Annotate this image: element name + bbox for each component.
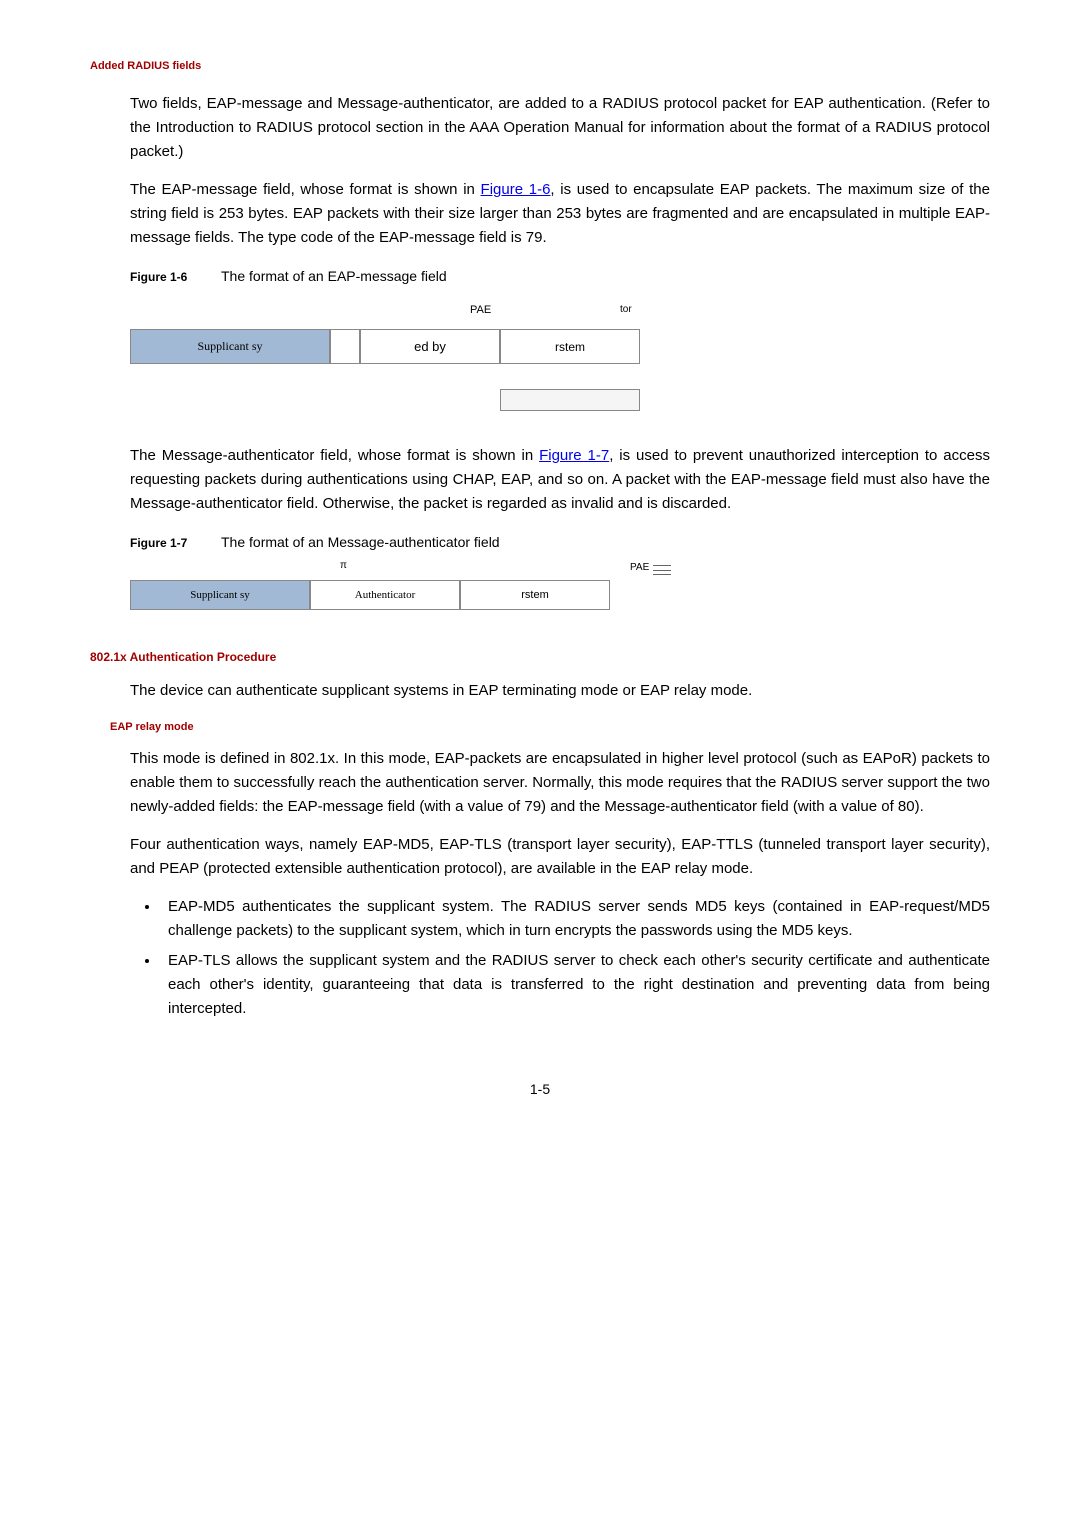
paragraph-text: Two fields, EAP-message and Message-auth… xyxy=(130,95,990,160)
list-item: EAP-TLS allows the supplicant system and… xyxy=(160,949,990,1021)
body-paragraph: Four authentication ways, namely EAP-MD5… xyxy=(130,833,990,881)
figure-1-6: PAE tor Supplicant sy ed by rstem xyxy=(130,294,990,424)
figure-label: Figure 1-6 The format of an EAP-message … xyxy=(130,268,990,284)
figure-1-7: π PAE Supplicant sy Authenticator rstem xyxy=(130,560,990,620)
figure-subbox xyxy=(500,389,640,411)
figure-box: rstem xyxy=(460,580,610,610)
subsub-header: EAP relay mode xyxy=(110,721,990,733)
figure-top-label: tor xyxy=(620,304,632,315)
paragraph-text: Four authentication ways, namely EAP-MD5… xyxy=(130,836,990,877)
figure-caption: The format of an Message-authenticator f… xyxy=(221,534,500,550)
paragraph-text: The Message-authenticator field, whose f… xyxy=(130,447,539,464)
figure-label: Figure 1-7 The format of an Message-auth… xyxy=(130,534,990,550)
bullet-list: EAP-MD5 authenticates the supplicant sys… xyxy=(160,895,990,1021)
hamburger-icon xyxy=(653,565,671,575)
figure-box: rstem xyxy=(500,329,640,364)
paragraph-text: This mode is defined in 802.1x. In this … xyxy=(130,750,990,815)
page-number: 1-5 xyxy=(90,1081,990,1097)
figure-box xyxy=(330,329,360,364)
figure-top-label: π xyxy=(340,560,347,571)
figure-right-label: PAE xyxy=(630,562,649,573)
section-header: Added RADIUS fields xyxy=(90,60,990,72)
figure-caption: The format of an EAP-message field xyxy=(221,268,447,284)
paragraph-text: The device can authenticate supplicant s… xyxy=(130,682,752,699)
figure-box: ed by xyxy=(360,329,500,364)
figure-number: Figure 1-6 xyxy=(130,270,187,284)
figure-box: Authenticator xyxy=(310,580,460,610)
body-paragraph: The device can authenticate supplicant s… xyxy=(130,679,990,703)
paragraph-text: The EAP-message field, whose format is s… xyxy=(130,181,481,198)
body-paragraph: This mode is defined in 802.1x. In this … xyxy=(130,747,990,819)
figure-link[interactable]: Figure 1-7 xyxy=(539,447,609,464)
list-item: EAP-MD5 authenticates the supplicant sys… xyxy=(160,895,990,943)
figure-top-label: PAE xyxy=(470,304,491,316)
figure-box: Supplicant sy xyxy=(130,329,330,364)
figure-link[interactable]: Figure 1-6 xyxy=(481,181,551,198)
figure-box: Supplicant sy xyxy=(130,580,310,610)
body-paragraph: The Message-authenticator field, whose f… xyxy=(130,444,990,516)
body-paragraph: Two fields, EAP-message and Message-auth… xyxy=(130,92,990,164)
subsection-header: 802.1x Authentication Procedure xyxy=(90,650,990,664)
body-paragraph: The EAP-message field, whose format is s… xyxy=(130,178,990,250)
figure-number: Figure 1-7 xyxy=(130,536,187,550)
